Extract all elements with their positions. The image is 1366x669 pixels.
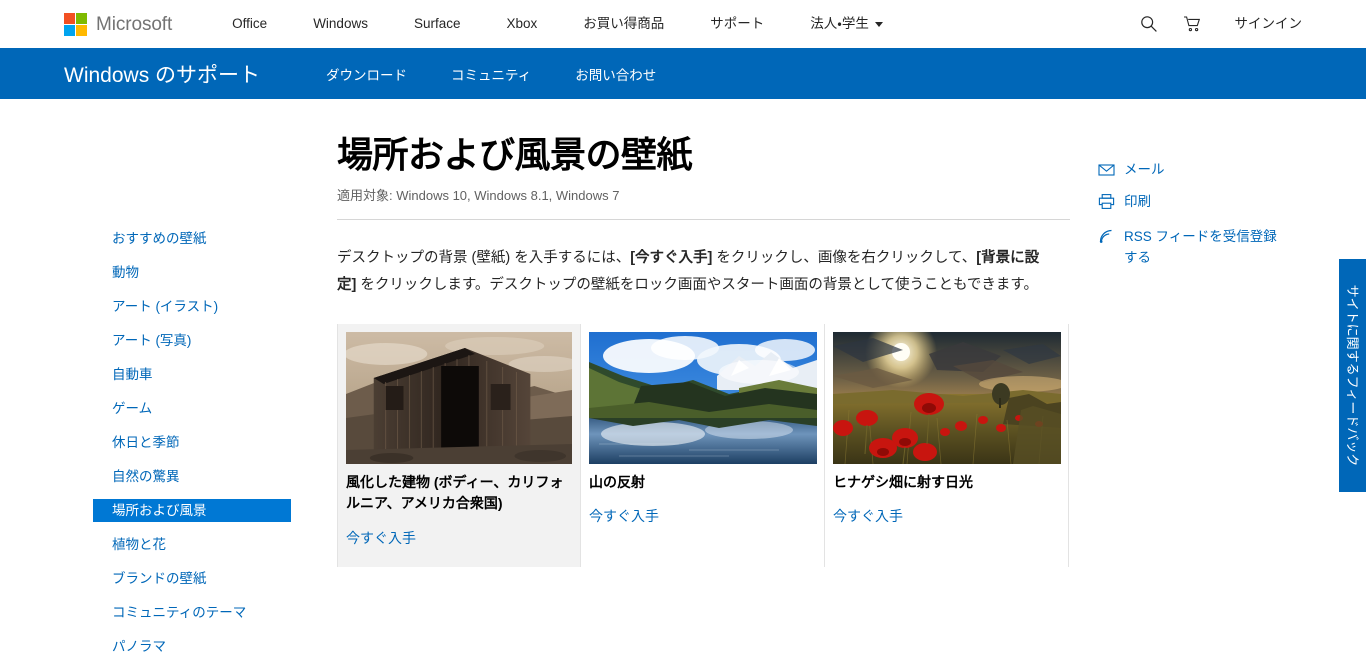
applies-to-text: 適用対象: Windows 10, Windows 8.1, Windows 7 <box>337 188 620 204</box>
site-feedback-tab[interactable]: サイトに関するフィードバック <box>1339 259 1366 492</box>
nav-item-deals[interactable]: お買い得商品 <box>560 0 687 48</box>
wallpaper-card[interactable]: ヒナゲシ畑に射す日光 今すぐ入手 <box>825 324 1069 568</box>
printer-icon <box>1098 193 1115 210</box>
share-mail-link[interactable]: メール <box>1098 159 1288 180</box>
microsoft-logo[interactable]: Microsoft <box>64 0 172 48</box>
print-link[interactable]: 印刷 <box>1098 191 1288 212</box>
search-icon[interactable] <box>1127 0 1171 48</box>
nav-item-windows[interactable]: Windows <box>290 0 391 48</box>
sign-in-link[interactable]: サインイン <box>1215 0 1319 48</box>
subnav-item-contact[interactable]: お問い合わせ <box>553 64 678 84</box>
nav-item-business-student[interactable]: 法人・学生 <box>787 0 906 48</box>
page-content: おすすめの壁紙 動物 アート (イラスト) アート (写真) 自動車 ゲーム 休… <box>0 99 1366 654</box>
subnav-title-windows-support[interactable]: Windows のサポート <box>64 59 260 89</box>
wallpaper-caption: 風化した建物 (ボディー、カリフォルニア、アメリカ合衆国) <box>346 474 564 512</box>
subnav-item-downloads[interactable]: ダウンロード <box>304 64 429 84</box>
rss-icon <box>1098 228 1115 245</box>
logo-square-red <box>64 12 75 24</box>
sidebar-item-plants-flowers[interactable]: 植物と花 <box>93 533 291 556</box>
get-now-link[interactable]: 今すぐ入手 <box>346 528 570 548</box>
get-now-link[interactable]: 今すぐ入手 <box>833 506 1058 526</box>
sidebar-item-branded-wallpaper[interactable]: ブランドの壁紙 <box>93 567 291 590</box>
logo-square-green <box>76 12 87 24</box>
nav-item-xbox[interactable]: Xbox <box>483 0 560 48</box>
intro-paragraph: デスクトップの背景 (壁紙) を入手するには、[今すぐ入手] をクリックし、画像… <box>337 245 1052 299</box>
global-header: Microsoft Office Windows Surface Xbox お買… <box>0 0 1366 48</box>
utility-rail: メール 印刷 RSS フィードを受信登録する <box>1098 99 1288 268</box>
subnav-items: ダウンロード コミュニティ お問い合わせ <box>304 64 678 84</box>
sidebar-item-featured[interactable]: おすすめの壁紙 <box>93 227 291 250</box>
support-subnav: Windows のサポート ダウンロード コミュニティ お問い合わせ <box>0 48 1366 99</box>
global-nav: Office Windows Surface Xbox お買い得商品 サポート … <box>209 0 906 48</box>
sidebar-item-natural-wonders[interactable]: 自然の驚異 <box>93 465 291 488</box>
shopping-cart-icon[interactable] <box>1171 0 1215 48</box>
wallpaper-caption: 山の反射 <box>589 474 645 491</box>
get-now-link[interactable]: 今すぐ入手 <box>589 506 814 526</box>
rss-subscribe-link[interactable]: RSS フィードを受信登録する <box>1098 226 1288 268</box>
chevron-down-icon <box>874 21 883 27</box>
intro-part-1: デスクトップの背景 (壁紙) を入手するには、 <box>337 250 631 267</box>
subnav-item-community[interactable]: コミュニティ <box>429 64 553 84</box>
sidebar-item-holidays-seasons[interactable]: 休日と季節 <box>93 431 291 454</box>
wallpaper-card[interactable]: 風化した建物 (ボディー、カリフォルニア、アメリカ合衆国) 今すぐ入手 <box>337 324 581 568</box>
rss-subscribe-label: RSS フィードを受信登録する <box>1124 229 1277 265</box>
logo-square-blue <box>64 24 75 36</box>
nav-item-business-student-label: 法人・学生 <box>810 16 869 31</box>
sidebar-item-animals[interactable]: 動物 <box>93 261 291 284</box>
mountain-reflection-thumbnail[interactable] <box>589 332 817 465</box>
sidebar-item-panoramic[interactable]: パノラマ <box>93 635 291 658</box>
poppy-field-sunlight-thumbnail[interactable] <box>833 332 1061 465</box>
site-feedback-label: サイトに関するフィードバック <box>1345 284 1360 467</box>
sidebar-item-cars[interactable]: 自動車 <box>93 363 291 386</box>
wallpaper-card-grid: 風化した建物 (ボディー、カリフォルニア、アメリカ合衆国) 今すぐ入手 山の反射… <box>337 324 1072 568</box>
microsoft-logo-squares-icon <box>64 12 87 36</box>
sidebar-item-art-illustration[interactable]: アート (イラスト) <box>93 295 291 318</box>
mail-icon <box>1098 161 1115 178</box>
intro-part-3: をクリックします。デスクトップの壁紙をロック画面やスタート画面の背景として使うこ… <box>356 277 1038 294</box>
header-actions: サインイン <box>1127 0 1319 48</box>
page-title: 場所および風景の壁紙 <box>337 134 693 175</box>
sidebar-item-places-landscapes[interactable]: 場所および風景 <box>93 499 291 522</box>
nav-item-office[interactable]: Office <box>209 0 290 48</box>
title-divider <box>337 219 1070 221</box>
sidebar-item-art-photo[interactable]: アート (写真) <box>93 329 291 352</box>
main-column: 場所および風景の壁紙 適用対象: Windows 10, Windows 8.1… <box>337 99 1072 568</box>
microsoft-wordmark: Microsoft <box>96 13 173 35</box>
sidebar-item-games[interactable]: ゲーム <box>93 397 291 420</box>
wallpaper-caption: ヒナゲシ畑に射す日光 <box>833 474 973 491</box>
intro-part-2: をクリックし、画像を右クリックして、 <box>712 250 977 267</box>
intro-bold-get-now: [今すぐ入手] <box>630 250 713 267</box>
nav-item-support[interactable]: サポート <box>687 0 787 48</box>
sidebar-item-community-themes[interactable]: コミュニティのテーマ <box>93 601 291 624</box>
weathered-building-thumbnail[interactable] <box>346 332 572 465</box>
logo-square-yellow <box>76 24 87 36</box>
category-sidebar: おすすめの壁紙 動物 アート (イラスト) アート (写真) 自動車 ゲーム 休… <box>93 99 291 669</box>
wallpaper-card[interactable]: 山の反射 今すぐ入手 <box>581 324 825 568</box>
print-label: 印刷 <box>1124 194 1151 209</box>
share-mail-label: メール <box>1124 162 1165 177</box>
nav-item-surface[interactable]: Surface <box>391 0 484 48</box>
